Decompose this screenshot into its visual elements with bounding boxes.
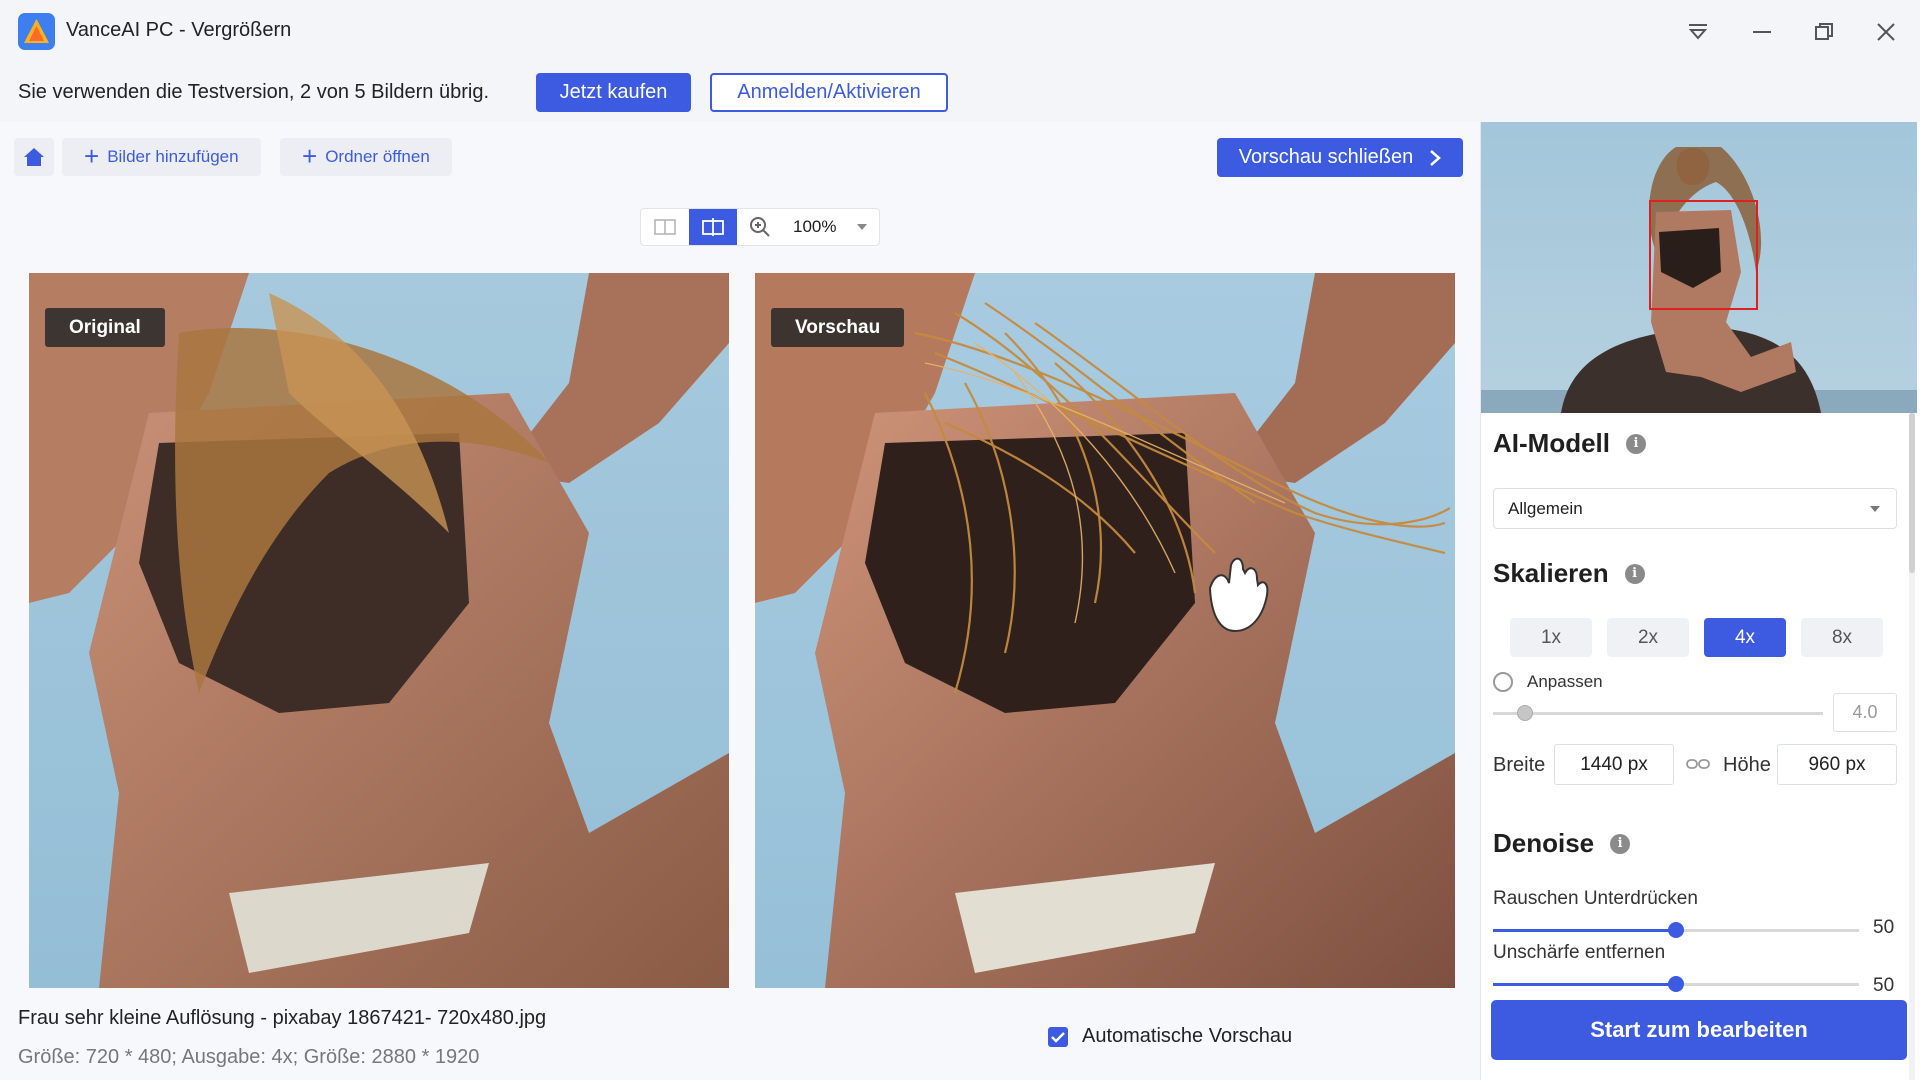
scale-section-title: Skalieren i <box>1493 558 1645 589</box>
noise-suppress-label: Rauschen Unterdrücken <box>1493 888 1698 909</box>
chevron-right-icon <box>1430 149 1442 166</box>
split-view-button[interactable] <box>641 209 688 245</box>
link-icon[interactable] <box>1686 754 1710 779</box>
noise-slider-knob[interactable] <box>1668 922 1684 938</box>
login-activate-button[interactable]: Anmelden/Aktivieren <box>710 73 948 112</box>
denoise-title: Denoise <box>1493 828 1595 858</box>
trial-bar: Sie verwenden die Testversion, 2 von 5 B… <box>0 64 1920 122</box>
custom-scale-slider-track[interactable] <box>1493 712 1823 715</box>
panel-scrollbar[interactable] <box>1909 413 1915 1080</box>
home-icon <box>24 148 44 166</box>
preview-image-panel[interactable]: Vorschau <box>755 273 1455 988</box>
ai-model-select[interactable]: Allgemein <box>1493 488 1897 529</box>
preview-image <box>755 273 1455 988</box>
chevron-down-icon <box>857 224 867 230</box>
file-info: Größe: 720 * 480; Ausgabe: 4x; Größe: 28… <box>18 1046 480 1068</box>
info-icon[interactable]: i <box>1626 433 1646 454</box>
buy-now-button[interactable]: Jetzt kaufen <box>536 73 691 112</box>
settings-panel: AI-Modell i Allgemein Skalieren i 1x 2x … <box>1480 122 1920 1080</box>
denoise-section-title: Denoise i <box>1493 828 1631 859</box>
close-preview-button[interactable]: Vorschau schließen <box>1217 138 1463 177</box>
width-label: Breite <box>1493 754 1546 776</box>
info-icon[interactable]: i <box>1624 563 1645 584</box>
chevron-down-icon <box>1870 506 1880 512</box>
custom-scale-label: Anpassen <box>1527 672 1603 691</box>
add-images-button[interactable]: + Bilder hinzufügen <box>62 138 261 176</box>
auto-preview-label: Automatische Vorschau <box>1082 1025 1293 1047</box>
thumbnail-image <box>1481 122 1917 413</box>
start-processing-button[interactable]: Start zum bearbeiten <box>1491 1000 1907 1060</box>
open-folder-label: Ordner öffnen <box>325 147 430 166</box>
custom-scale-input[interactable]: 4.0 <box>1833 693 1897 732</box>
preview-tag: Vorschau <box>771 308 905 347</box>
scale-4x-button[interactable]: 4x <box>1704 618 1786 657</box>
height-label: Höhe <box>1723 754 1771 776</box>
original-image <box>29 273 729 988</box>
custom-scale-radio[interactable]: Anpassen <box>1493 672 1603 692</box>
navigator-thumbnail[interactable] <box>1481 122 1917 413</box>
original-tag: Original <box>45 308 165 347</box>
zoom-value: 100% <box>793 217 837 236</box>
app-logo <box>18 13 55 50</box>
home-button[interactable] <box>14 138 54 176</box>
ai-model-value: Allgemein <box>1508 498 1583 518</box>
scale-8x-button[interactable]: 8x <box>1801 618 1883 657</box>
checkbox-checked-icon <box>1048 1026 1068 1047</box>
close-icon[interactable] <box>1866 12 1906 52</box>
plus-icon: + <box>302 141 318 171</box>
toolbar: + Bilder hinzufügen + Ordner öffnen Vors… <box>0 122 1480 192</box>
height-input[interactable]: 960 px <box>1777 744 1897 785</box>
compare-view-icon <box>702 218 724 236</box>
scale-1x-button[interactable]: 1x <box>1510 618 1592 657</box>
auto-preview-checkbox[interactable]: Automatische Vorschau <box>1048 1025 1292 1048</box>
scale-title: Skalieren <box>1493 558 1609 588</box>
trial-message: Sie verwenden die Testversion, 2 von 5 B… <box>18 81 490 103</box>
noise-value: 50 <box>1873 917 1895 938</box>
deblur-slider-fill <box>1493 983 1676 986</box>
main-area: + Bilder hinzufügen + Ordner öffnen Vors… <box>0 122 1480 1080</box>
split-view-icon <box>653 219 676 235</box>
width-input[interactable]: 1440 px <box>1554 744 1674 785</box>
zoom-icon <box>745 209 775 245</box>
title-bar: VanceAI PC - Vergrößern <box>0 0 1920 64</box>
deblur-value: 50 <box>1873 975 1895 996</box>
custom-scale-slider-knob[interactable] <box>1517 705 1533 721</box>
info-icon[interactable]: i <box>1610 833 1631 854</box>
zoom-select[interactable]: 100% <box>781 209 879 245</box>
radio-unchecked-icon <box>1493 672 1513 692</box>
deblur-label: Unschärfe entfernen <box>1493 942 1666 963</box>
window-title: VanceAI PC - Vergrößern <box>66 19 292 41</box>
scrollbar-thumb[interactable] <box>1909 413 1915 573</box>
view-controls: 100% <box>640 208 880 246</box>
plus-icon: + <box>84 141 100 171</box>
scale-2x-button[interactable]: 2x <box>1607 618 1689 657</box>
dropdown-menu-icon[interactable] <box>1678 12 1718 52</box>
file-name: Frau sehr kleine Auflösung - pixabay 186… <box>18 1007 547 1029</box>
close-preview-label: Vorschau schließen <box>1238 146 1414 168</box>
noise-slider-fill <box>1493 929 1676 932</box>
deblur-slider-knob[interactable] <box>1668 976 1684 992</box>
compare-view-button[interactable] <box>689 209 737 245</box>
ai-model-title: AI-Modell <box>1493 428 1610 458</box>
ai-model-section-title: AI-Modell i <box>1493 428 1646 459</box>
original-image-panel[interactable]: Original <box>29 273 729 988</box>
restore-icon[interactable] <box>1804 12 1844 52</box>
add-images-label: Bilder hinzufügen <box>107 147 239 166</box>
minimize-icon[interactable] <box>1742 12 1782 52</box>
open-folder-button[interactable]: + Ordner öffnen <box>280 138 452 176</box>
